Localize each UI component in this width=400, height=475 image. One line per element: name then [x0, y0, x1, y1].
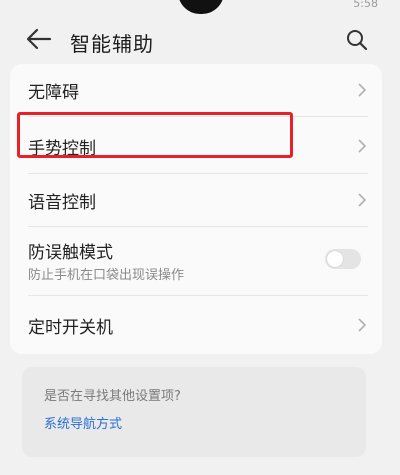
camera-notch — [178, 0, 224, 14]
suggestion-question: 是否在寻找其他设置项? — [44, 389, 181, 404]
chevron-right-icon — [358, 139, 366, 153]
settings-screen: 5:58 智能辅助 无障碍 手势控制 语音控制 防误触模式 防止手机在口袋出现误… — [0, 0, 400, 475]
chevron-right-icon — [358, 318, 366, 332]
settings-item-description: 防止手机在口袋出现误操作 — [28, 268, 185, 283]
settings-list-card: 无障碍 手势控制 语音控制 防误触模式 防止手机在口袋出现误操作 定时开关机 — [10, 64, 382, 354]
settings-item-scheduled-power[interactable]: 定时开关机 — [10, 296, 382, 354]
suggestion-card: 是否在寻找其他设置项? 系统导航方式 — [22, 367, 366, 457]
settings-item-label: 语音控制 — [28, 193, 96, 213]
settings-item-label: 定时开关机 — [28, 318, 113, 338]
search-icon[interactable] — [345, 28, 369, 52]
suggestion-link-navigation[interactable]: 系统导航方式 — [44, 413, 122, 432]
header: 智能辅助 — [0, 18, 400, 62]
settings-item-accessibility[interactable]: 无障碍 — [10, 64, 382, 116]
settings-item-label: 防误触模式 — [28, 243, 113, 263]
settings-item-voice-control[interactable]: 语音控制 — [10, 174, 382, 226]
chevron-right-icon — [358, 83, 366, 97]
status-time: 5:58 — [353, 0, 378, 10]
chevron-right-icon — [358, 193, 366, 207]
settings-item-label: 无障碍 — [28, 83, 79, 103]
page-title: 智能辅助 — [70, 32, 154, 56]
toggle-knob — [327, 251, 343, 267]
arrow-left-icon[interactable] — [26, 28, 52, 50]
accidental-touch-toggle[interactable] — [325, 249, 361, 269]
highlight-box — [17, 112, 293, 158]
